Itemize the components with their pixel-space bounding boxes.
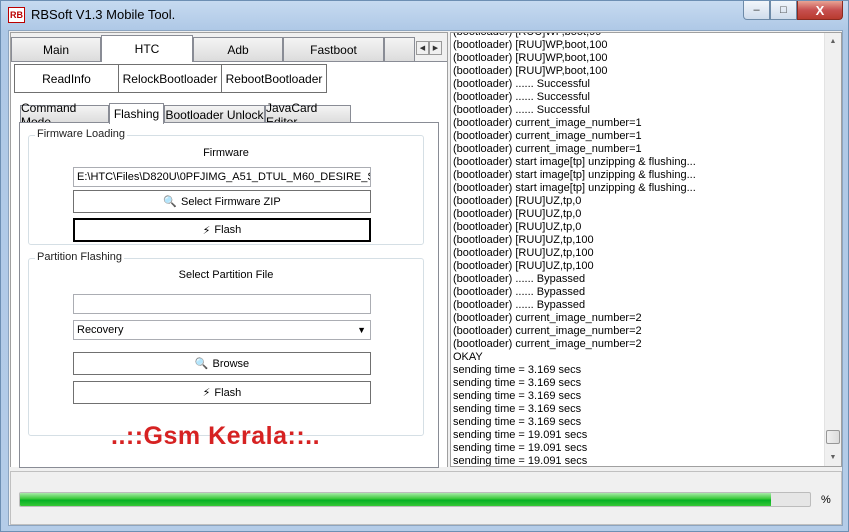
scroll-thumb[interactable] xyxy=(826,430,840,444)
browse-label: Browse xyxy=(212,357,250,370)
log-line: (bootloader) ...... Bypassed xyxy=(453,299,586,311)
chevron-down-icon: ▼ xyxy=(357,325,366,335)
tab-adb[interactable]: Adb xyxy=(193,37,283,61)
log-line: (bootloader) current_image_number=2 xyxy=(453,312,642,324)
log-line: (bootloader) [RUU]WP,boot,99 xyxy=(453,32,602,38)
partition-select-value: Recovery xyxy=(77,324,124,336)
progress-percent-label: % xyxy=(821,494,831,506)
minimize-button[interactable]: – xyxy=(743,1,770,20)
reboot-bootloader-button[interactable]: RebootBootloader xyxy=(221,64,327,93)
read-info-button[interactable]: ReadInfo xyxy=(14,64,119,93)
search-icon: 🔍 xyxy=(194,358,209,370)
log-line: sending time = 19.091 secs xyxy=(453,429,588,441)
log-line: (bootloader) start image[tp] unzipping &… xyxy=(453,156,696,168)
log-line: sending time = 3.169 secs xyxy=(453,364,582,376)
log-line: (bootloader) ...... Successful xyxy=(453,104,590,116)
log-line: (bootloader) current_image_number=2 xyxy=(453,338,642,350)
close-button[interactable]: X xyxy=(797,1,843,20)
log-line: (bootloader) [RUU]UZ,tp,0 xyxy=(453,195,582,207)
title-bar[interactable]: RB RBSoft V1.3 Mobile Tool. – □ X xyxy=(1,1,848,29)
log-line: (bootloader) [RUU]UZ,tp,0 xyxy=(453,221,582,233)
partition-file-field[interactable] xyxy=(73,294,371,314)
log-line: (bootloader) ...... Successful xyxy=(453,78,590,90)
lightning-icon: ⚡ xyxy=(202,224,211,237)
app-window: RB RBSoft V1.3 Mobile Tool. – □ X Main H… xyxy=(0,0,849,532)
partition-flashing-title: Partition Flashing xyxy=(35,251,124,263)
search-icon: 🔍 xyxy=(163,196,178,208)
progress-fill xyxy=(20,493,771,506)
log-line: (bootloader) ...... Bypassed xyxy=(453,286,586,298)
tool-panel: Main HTC Adb Fastboot ◀ ▶ ReadInfo Reloc… xyxy=(10,32,448,468)
tab-main[interactable]: Main xyxy=(11,37,101,61)
log-line: (bootloader) start image[tp] unzipping &… xyxy=(453,169,696,181)
log-line: (bootloader) start image[tp] unzipping &… xyxy=(453,182,696,194)
htc-button-row: ReadInfo RelockBootloader RebootBootload… xyxy=(14,64,327,93)
log-line: sending time = 3.169 secs xyxy=(453,390,582,402)
watermark-text: ..::Gsm Kerala::.. xyxy=(111,422,321,450)
log-line: OKAY xyxy=(453,351,483,363)
partition-flash-button[interactable]: ⚡ Flash xyxy=(73,381,371,404)
lightning-icon: ⚡ xyxy=(202,387,211,399)
log-scrollbar[interactable]: ▲ ▼ xyxy=(824,33,841,466)
htc-tab-page: ReadInfo RelockBootloader RebootBootload… xyxy=(11,61,447,468)
tab-scroll-left-icon[interactable]: ◀ xyxy=(416,41,429,55)
select-partition-file-label: Select Partition File xyxy=(178,269,274,281)
window-controls: – □ X xyxy=(743,1,843,20)
tab-scroll-buttons: ◀ ▶ xyxy=(416,41,442,55)
tab-javacard-editor[interactable]: JavaCard Editor xyxy=(265,101,351,129)
firmware-path-field[interactable]: E:\HTC\Files\D820U\0PFJIMG_A51_DTUL_M60_… xyxy=(73,167,371,187)
tab-fastboot[interactable]: Fastboot xyxy=(283,37,384,61)
select-firmware-zip-label: Select Firmware ZIP xyxy=(181,195,281,208)
scroll-down-icon[interactable]: ▼ xyxy=(825,449,841,466)
window-title: RBSoft V1.3 Mobile Tool. xyxy=(31,7,176,22)
tab-flashing[interactable]: Flashing xyxy=(109,103,164,124)
log-line: (bootloader) current_image_number=1 xyxy=(453,130,642,142)
log-line: (bootloader) [RUU]UZ,tp,0 xyxy=(453,208,582,220)
log-line: (bootloader) current_image_number=1 xyxy=(453,143,642,155)
tab-scroll-right-icon[interactable]: ▶ xyxy=(429,41,442,55)
partition-flashing-group: Partition Flashing Select Partition File… xyxy=(28,251,424,436)
client-area: Main HTC Adb Fastboot ◀ ▶ ReadInfo Reloc… xyxy=(8,30,843,526)
log-line: (bootloader) current_image_number=1 xyxy=(453,117,642,129)
main-tab-strip: Main HTC Adb Fastboot xyxy=(11,35,415,62)
log-line: (bootloader) [RUU]WP,boot,100 xyxy=(453,65,608,77)
firmware-label: Firmware xyxy=(203,147,249,159)
log-line: sending time = 19.091 secs xyxy=(453,455,588,467)
log-line: sending time = 3.169 secs xyxy=(453,416,582,428)
firmware-flash-label: Flash xyxy=(214,224,242,236)
tab-htc[interactable]: HTC xyxy=(101,35,193,62)
log-line: (bootloader) [RUU]UZ,tp,100 xyxy=(453,234,594,246)
firmware-loading-title: Firmware Loading xyxy=(35,128,128,140)
log-line: sending time = 3.169 secs xyxy=(453,403,582,415)
progress-bar xyxy=(19,492,811,507)
log-line: sending time = 19.091 secs xyxy=(453,442,588,454)
log-line: (bootloader) current_image_number=2 xyxy=(453,325,642,337)
htc-sub-tab-strip: Command Mode Flashing Bootloader Unlock … xyxy=(20,101,351,129)
log-line: (bootloader) [RUU]UZ,tp,100 xyxy=(453,247,594,259)
log-line: (bootloader) ...... Successful xyxy=(453,91,590,103)
scroll-up-icon[interactable]: ▲ xyxy=(825,33,841,50)
select-firmware-zip-button[interactable]: 🔍 Select Firmware ZIP xyxy=(73,190,371,213)
log-line: (bootloader) [RUU]WP,boot,100 xyxy=(453,39,608,51)
partition-select[interactable]: Recovery ▼ xyxy=(73,320,371,340)
maximize-button[interactable]: □ xyxy=(770,1,797,20)
tab-command-mode[interactable]: Command Mode xyxy=(20,101,109,129)
tab-overflow[interactable] xyxy=(384,37,415,61)
log-line: (bootloader) ...... Bypassed xyxy=(453,273,586,285)
tab-bootloader-unlock[interactable]: Bootloader Unlock xyxy=(164,105,265,123)
log-line: sending time = 3.169 secs xyxy=(453,377,582,389)
log-output-panel[interactable]: (bootloader) [RUU]WP,boot,99 (bootloader)… xyxy=(450,32,842,467)
status-panel: % xyxy=(10,471,842,525)
partition-flash-label: Flash xyxy=(214,386,242,399)
firmware-flash-button[interactable]: ⚡ Flash xyxy=(73,218,371,242)
log-lines: (bootloader) [RUU]WP,boot,99 (bootloader)… xyxy=(453,32,821,467)
firmware-loading-group: Firmware Loading Firmware E:\HTC\Files\D… xyxy=(28,128,424,245)
log-line: (bootloader) [RUU]WP,boot,100 xyxy=(453,52,608,64)
relock-bootloader-button[interactable]: RelockBootloader xyxy=(118,64,222,93)
app-icon: RB xyxy=(8,7,25,23)
browse-button[interactable]: 🔍 Browse xyxy=(73,352,371,375)
flashing-tab-page: Firmware Loading Firmware E:\HTC\Files\D… xyxy=(19,122,439,468)
log-line: (bootloader) [RUU]UZ,tp,100 xyxy=(453,260,594,272)
